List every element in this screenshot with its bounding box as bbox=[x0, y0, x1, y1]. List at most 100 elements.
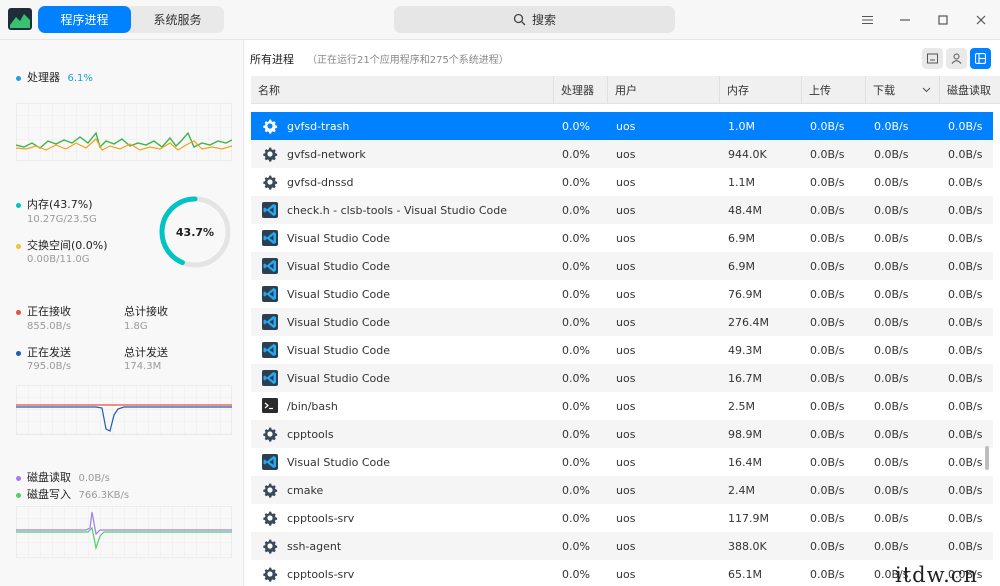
process-cpu: 0.0% bbox=[562, 483, 590, 497]
vscode-icon bbox=[261, 313, 279, 331]
process-row[interactable]: Visual Studio Code 0.0% uos 6.9M 0.0B/s 0.0B/… bbox=[251, 224, 993, 252]
memory-legend-dot bbox=[16, 202, 21, 208]
process-name-cell: Visual Studio Code bbox=[251, 280, 555, 308]
process-user: uos bbox=[616, 455, 636, 469]
process-row[interactable]: ssh-agent 0.0% uos 388.0K 0.0B/s 0.0B/s 0.0B/s bbox=[251, 532, 993, 560]
search-icon bbox=[513, 13, 526, 26]
process-name-cell: check.h - clsb-tools - Visual Studio Cod… bbox=[251, 196, 555, 224]
sort-chevron-down-icon bbox=[922, 87, 931, 93]
memory-gauge-text: 43.7% bbox=[176, 226, 214, 239]
app-window-icon bbox=[927, 53, 938, 64]
gear-icon bbox=[261, 537, 279, 555]
process-row[interactable]: Visual Studio Code 0.0% uos 16.7M 0.0B/s 0.0B… bbox=[251, 364, 993, 392]
process-memory: 65.1M bbox=[728, 567, 762, 581]
process-row[interactable]: /bin/bash 0.0% uos 2.5M 0.0B/s 0.0B/s 0.0B/s bbox=[251, 392, 993, 420]
process-memory: 2.4M bbox=[728, 483, 755, 497]
process-row[interactable]: gvfsd-network 0.0% uos 944.0K 0.0B/s 0.0B/s 0.… bbox=[251, 140, 993, 168]
title-bar: 程序进程 系统服务 搜索 bbox=[0, 0, 1000, 40]
memory-detail: 10.27G/23.5G bbox=[27, 214, 97, 225]
disk-read: 磁盘读取 0.0B/s bbox=[16, 469, 110, 485]
swap-detail: 0.00B/11.0G bbox=[27, 254, 90, 265]
process-user: uos bbox=[616, 287, 636, 301]
process-memory: 388.0K bbox=[728, 539, 767, 553]
filter-apps-button[interactable] bbox=[922, 48, 943, 69]
vscode-icon bbox=[261, 341, 279, 359]
process-row[interactable]: gvfsd-dnssd 0.0% uos 1.1M 0.0B/s 0.0B/s 0.0B/s bbox=[251, 168, 993, 196]
process-row[interactable]: Visual Studio Code 0.0% uos 276.4M 0.0B/s 0.0… bbox=[251, 308, 993, 336]
process-name-cell: ssh-agent bbox=[251, 532, 555, 560]
net-recv-label: 正在接收 bbox=[27, 305, 71, 318]
memory-gauge: 43.7% bbox=[159, 196, 231, 268]
process-upload: 0.0B/s bbox=[810, 511, 845, 525]
process-cpu: 0.0% bbox=[562, 539, 590, 553]
table-scrollbar[interactable] bbox=[985, 446, 989, 470]
tab-processes[interactable]: 程序进程 bbox=[38, 6, 131, 33]
process-row[interactable]: Visual Studio Code 0.0% uos 16.4M 0.0B/s 0.0B… bbox=[251, 448, 993, 476]
process-cpu: 0.0% bbox=[562, 119, 590, 133]
process-user: uos bbox=[616, 427, 636, 441]
column-download[interactable]: 下载 bbox=[866, 76, 940, 104]
process-row[interactable]: Visual Studio Code 0.0% uos 49.3M 0.0B/s 0.0B… bbox=[251, 336, 993, 364]
filter-user-button[interactable] bbox=[946, 48, 967, 69]
net-send: 正在发送 bbox=[16, 344, 71, 360]
disk-write-dot bbox=[16, 492, 21, 498]
net-recv-total-label: 总计接收 bbox=[124, 305, 168, 318]
process-memory: 1.0M bbox=[728, 119, 755, 133]
process-name-cell: Visual Studio Code bbox=[251, 364, 555, 392]
filter-all-button[interactable] bbox=[970, 48, 991, 69]
process-table-body: gvfsd-trash 0.0% uos 1.0M 0.0B/s 0.0B/s 0.0B/s… bbox=[251, 104, 1000, 586]
maximize-button[interactable] bbox=[924, 0, 962, 40]
process-cpu: 0.0% bbox=[562, 343, 590, 357]
process-row[interactable]: gvfsd-trash 0.0% uos 1.0M 0.0B/s 0.0B/s 0.0B/s bbox=[251, 112, 993, 140]
process-download: 0.0B/s bbox=[874, 371, 909, 385]
process-row[interactable]: cpptools-srv 0.0% uos 65.1M 0.0B/s 0.0B/s 0.0B… bbox=[251, 560, 993, 586]
process-upload: 0.0B/s bbox=[810, 119, 845, 133]
process-name: Visual Studio Code bbox=[287, 259, 391, 273]
minimize-button[interactable] bbox=[886, 0, 924, 40]
menu-button[interactable] bbox=[848, 0, 886, 40]
column-disk-read[interactable]: 磁盘读取 bbox=[940, 76, 1000, 104]
process-row[interactable]: Visual Studio Code 0.0% uos 76.9M 0.0B/s 0.0B… bbox=[251, 280, 993, 308]
column-cpu[interactable]: 处理器 bbox=[554, 76, 608, 104]
process-row[interactable]: check.h - clsb-tools - Visual Studio Cod… bbox=[251, 196, 993, 224]
vscode-icon bbox=[261, 257, 279, 275]
column-memory[interactable]: 内存 bbox=[720, 76, 802, 104]
network-chart bbox=[16, 385, 232, 435]
process-row[interactable]: Visual Studio Code 0.0% uos 6.9M 0.0B/s 0.0B/… bbox=[251, 252, 993, 280]
process-row[interactable]: cpptools-srv 0.0% uos 117.9M 0.0B/s 0.0B/s 0.0… bbox=[251, 504, 993, 532]
process-row[interactable]: cmake 0.0% uos 2.4M 0.0B/s 0.0B/s 0.0B/s bbox=[251, 476, 993, 504]
process-memory: 6.9M bbox=[728, 231, 755, 245]
gear-icon bbox=[261, 117, 279, 135]
tab-services[interactable]: 系统服务 bbox=[131, 6, 224, 33]
process-memory: 76.9M bbox=[728, 287, 762, 301]
process-name-cell: gvfsd-dnssd bbox=[251, 168, 555, 196]
process-name: /bin/bash bbox=[287, 399, 338, 413]
column-upload[interactable]: 上传 bbox=[802, 76, 866, 104]
process-panel: 所有进程 （正在运行21个应用程序和275个系统进程） 名称 处理器 用户 内存… bbox=[245, 40, 1000, 586]
vscode-icon bbox=[261, 369, 279, 387]
search-label: 搜索 bbox=[531, 13, 556, 27]
process-count-summary: （正在运行21个应用程序和275个系统进程） bbox=[307, 55, 509, 66]
process-disk-read: 0.0B/s bbox=[948, 203, 983, 217]
process-download: 0.0B/s bbox=[874, 483, 909, 497]
search-box[interactable]: 搜索 bbox=[394, 6, 675, 33]
process-memory: 49.3M bbox=[728, 343, 762, 357]
column-name[interactable]: 名称 bbox=[251, 76, 554, 104]
close-button[interactable] bbox=[962, 0, 1000, 40]
process-name-cell: cpptools bbox=[251, 420, 555, 448]
process-name: Visual Studio Code bbox=[287, 343, 391, 357]
process-disk-read: 0.0B/s bbox=[948, 511, 983, 525]
process-cpu: 0.0% bbox=[562, 399, 590, 413]
maximize-icon bbox=[938, 15, 948, 25]
process-upload: 0.0B/s bbox=[810, 175, 845, 189]
vscode-icon bbox=[261, 229, 279, 247]
process-user: uos bbox=[616, 119, 636, 133]
swap-legend-dot bbox=[16, 243, 21, 249]
process-download: 0.0B/s bbox=[874, 539, 909, 553]
process-download: 0.0B/s bbox=[874, 259, 909, 273]
close-icon bbox=[976, 15, 986, 25]
process-row[interactable]: cpptools 0.0% uos 98.9M 0.0B/s 0.0B/s 0.0B/s bbox=[251, 420, 993, 448]
process-user: uos bbox=[616, 567, 636, 581]
process-name: Visual Studio Code bbox=[287, 371, 391, 385]
column-user[interactable]: 用户 bbox=[608, 76, 720, 104]
